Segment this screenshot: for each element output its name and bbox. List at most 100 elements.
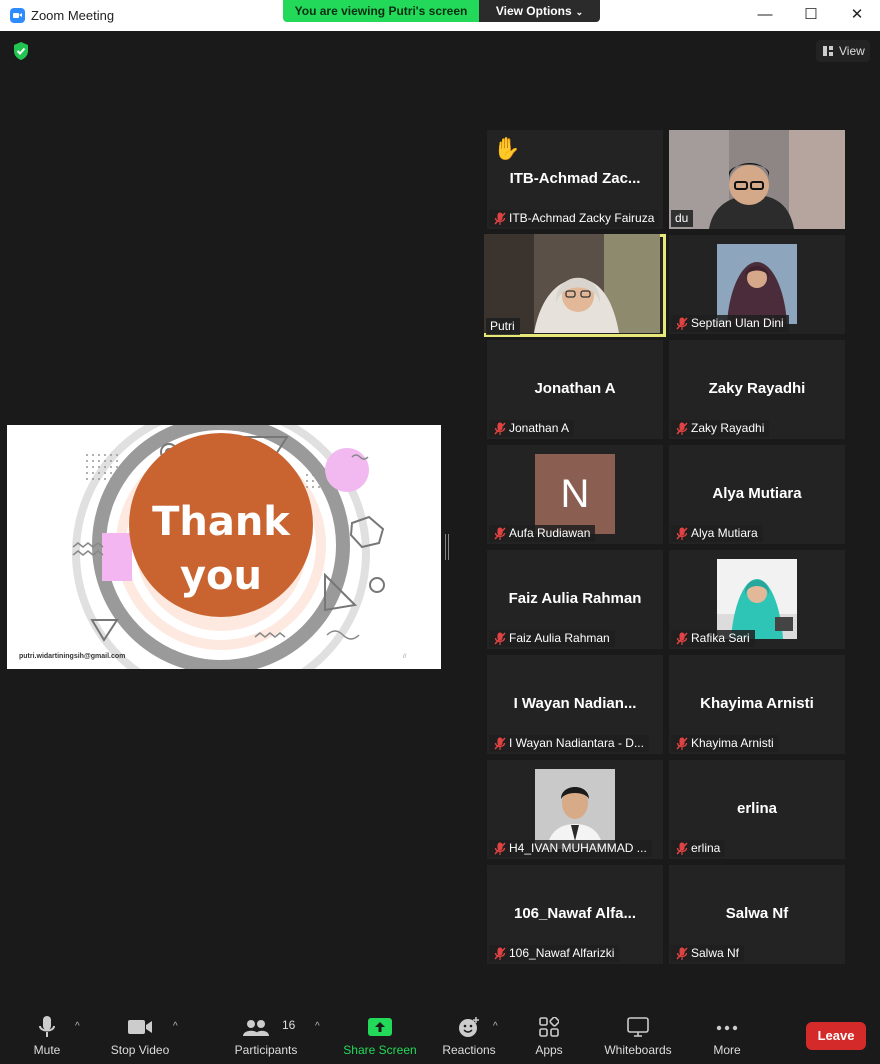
participants-button[interactable]: 16 Participants xyxy=(230,1005,302,1064)
participant-tile[interactable]: Jonathan A Jonathan A xyxy=(487,340,663,439)
muted-microphone-icon xyxy=(494,632,506,645)
minimize-button[interactable]: — xyxy=(742,0,788,31)
mute-label: Mute xyxy=(33,1043,61,1057)
reactions-button[interactable]: Reactions xyxy=(438,1005,500,1064)
participant-tile[interactable]: ✋ ITB-Achmad Zac... ITB-Achmad Zacky Fairu… xyxy=(487,130,663,229)
participant-display-name: ITB-Achmad Zac... xyxy=(509,170,641,187)
muted-microphone-icon xyxy=(676,842,688,855)
participant-name: H4_IVAN MUHAMMAD ... xyxy=(509,841,647,855)
participant-tile[interactable]: erlina erlina xyxy=(669,760,845,859)
participant-display-name: Zaky Rayadhi xyxy=(708,380,806,397)
apps-button[interactable]: Apps xyxy=(524,1005,574,1064)
participant-display-name: Alya Mutiara xyxy=(712,485,802,502)
participant-name: Zaky Rayadhi xyxy=(691,421,765,435)
zoom-meeting-window: Zoom Meeting — ☐ ✕ You are viewing Putri… xyxy=(0,0,880,1064)
participant-profile-photo xyxy=(535,769,615,849)
participant-display-name: Salwa Nf xyxy=(725,905,789,922)
participants-label: Participants xyxy=(234,1043,298,1057)
muted-microphone-icon xyxy=(676,947,688,960)
more-button[interactable]: More xyxy=(702,1005,752,1064)
muted-microphone-icon xyxy=(494,737,506,750)
muted-microphone-icon xyxy=(676,317,688,330)
microphone-icon xyxy=(39,1016,55,1037)
participant-name: Rafika Sari xyxy=(691,631,750,645)
zoom-app-icon xyxy=(10,8,25,23)
participant-tile[interactable]: Septian Ulan Dini xyxy=(669,235,845,334)
participant-name-label: Alya Mutiara xyxy=(671,525,763,542)
svg-text://: // xyxy=(403,654,407,660)
muted-microphone-icon xyxy=(494,527,506,540)
participant-name-label: Faiz Aulia Rahman xyxy=(489,630,615,647)
participant-tile[interactable]: Zaky Rayadhi Zaky Rayadhi xyxy=(669,340,845,439)
more-dots-icon xyxy=(716,1025,738,1031)
participant-name-label: Khayima Arnisti xyxy=(671,735,779,752)
whiteboards-button[interactable]: Whiteboards xyxy=(600,1005,676,1064)
thank-you-slide-graphic: // xyxy=(7,425,441,669)
muted-microphone-icon xyxy=(494,947,506,960)
participant-display-name: 106_Nawaf Alfa... xyxy=(514,905,636,922)
share-screen-icon xyxy=(368,1018,392,1036)
maximize-button[interactable]: ☐ xyxy=(788,0,834,31)
chevron-up-icon[interactable]: ^ xyxy=(315,1021,320,1032)
chevron-up-icon[interactable]: ^ xyxy=(75,1021,80,1032)
more-label: More xyxy=(713,1043,741,1057)
participant-video-feed xyxy=(669,130,845,229)
participant-tile[interactable]: Khayima Arnisti Khayima Arnisti xyxy=(669,655,845,754)
participant-display-name: Khayima Arnisti xyxy=(700,695,814,712)
participant-tile[interactable]: Salwa Nf Salwa Nf xyxy=(669,865,845,964)
participant-name-label: I Wayan Nadiantara - D... xyxy=(489,735,649,752)
reactions-smiley-icon xyxy=(459,1017,479,1037)
participant-tile[interactable]: I Wayan Nadian... I Wayan Nadiantara - D.… xyxy=(487,655,663,754)
participants-icon xyxy=(242,1020,269,1036)
participant-tile[interactable]: 106_Nawaf Alfa... 106_Nawaf Alfarizki xyxy=(487,865,663,964)
mute-button[interactable]: Mute xyxy=(22,1005,72,1064)
participant-name-label: Zaky Rayadhi xyxy=(671,420,770,437)
slide-thank-text: Thank xyxy=(152,499,290,545)
muted-microphone-icon xyxy=(676,737,688,750)
participant-name: Putri xyxy=(490,319,515,333)
participant-name-label: Putri xyxy=(486,318,520,335)
participant-tile[interactable]: N Aufa Rudiawan xyxy=(487,445,663,544)
muted-microphone-icon xyxy=(676,527,688,540)
shared-screen[interactable]: // Thank you putri.widartiningsih@gmail.… xyxy=(7,425,441,669)
participant-tile[interactable]: Putri xyxy=(484,234,666,337)
participant-name-label: Salwa Nf xyxy=(671,945,745,962)
apps-icon xyxy=(539,1017,559,1037)
participant-name: Jonathan A xyxy=(509,421,570,435)
stop-video-label: Stop Video xyxy=(110,1043,170,1057)
participant-tile[interactable]: Alya Mutiara Alya Mutiara xyxy=(669,445,845,544)
chevron-down-icon: ⌄ xyxy=(575,7,584,17)
participant-tile[interactable]: Faiz Aulia Rahman Faiz Aulia Rahman xyxy=(487,550,663,649)
participant-name-label: H4_IVAN MUHAMMAD ... xyxy=(489,840,652,857)
participant-name: Septian Ulan Dini xyxy=(691,316,784,330)
whiteboard-icon xyxy=(627,1017,649,1037)
participant-tile[interactable]: du xyxy=(669,130,845,229)
stop-video-button[interactable]: Stop Video xyxy=(104,1005,176,1064)
panel-splitter-handle[interactable] xyxy=(445,534,449,560)
participant-tile[interactable]: H4_IVAN MUHAMMAD ... xyxy=(487,760,663,859)
participant-display-name: Faiz Aulia Rahman xyxy=(508,590,642,607)
view-options-button[interactable]: View Options ⌄ xyxy=(479,0,600,22)
apps-label: Apps xyxy=(535,1043,563,1057)
raised-hand-icon: ✋ xyxy=(493,136,521,161)
participant-name-label: ITB-Achmad Zacky Fairuza xyxy=(489,210,660,227)
slide-you-text: you xyxy=(179,553,263,599)
muted-microphone-icon xyxy=(676,632,688,645)
share-screen-button[interactable]: Share Screen xyxy=(340,1005,420,1064)
chevron-up-icon[interactable]: ^ xyxy=(173,1021,178,1032)
leave-button[interactable]: Leave xyxy=(806,1022,866,1050)
close-button[interactable]: ✕ xyxy=(834,0,880,31)
reactions-label: Reactions xyxy=(442,1043,496,1057)
participant-tile[interactable]: Rafika Sari xyxy=(669,550,845,649)
viewing-screen-banner: You are viewing Putri's screen xyxy=(283,0,479,22)
whiteboards-label: Whiteboards xyxy=(604,1043,672,1057)
security-shield-icon[interactable] xyxy=(12,41,30,61)
participant-name: 106_Nawaf Alfarizki xyxy=(509,946,615,960)
view-layout-button[interactable]: View xyxy=(816,40,870,62)
muted-microphone-icon xyxy=(676,422,688,435)
participant-profile-photo xyxy=(717,244,797,324)
chevron-up-icon[interactable]: ^ xyxy=(493,1021,498,1032)
view-options-label: View Options xyxy=(495,4,572,18)
participant-name-label: Aufa Rudiawan xyxy=(489,525,596,542)
participant-name-label: du xyxy=(671,210,694,227)
